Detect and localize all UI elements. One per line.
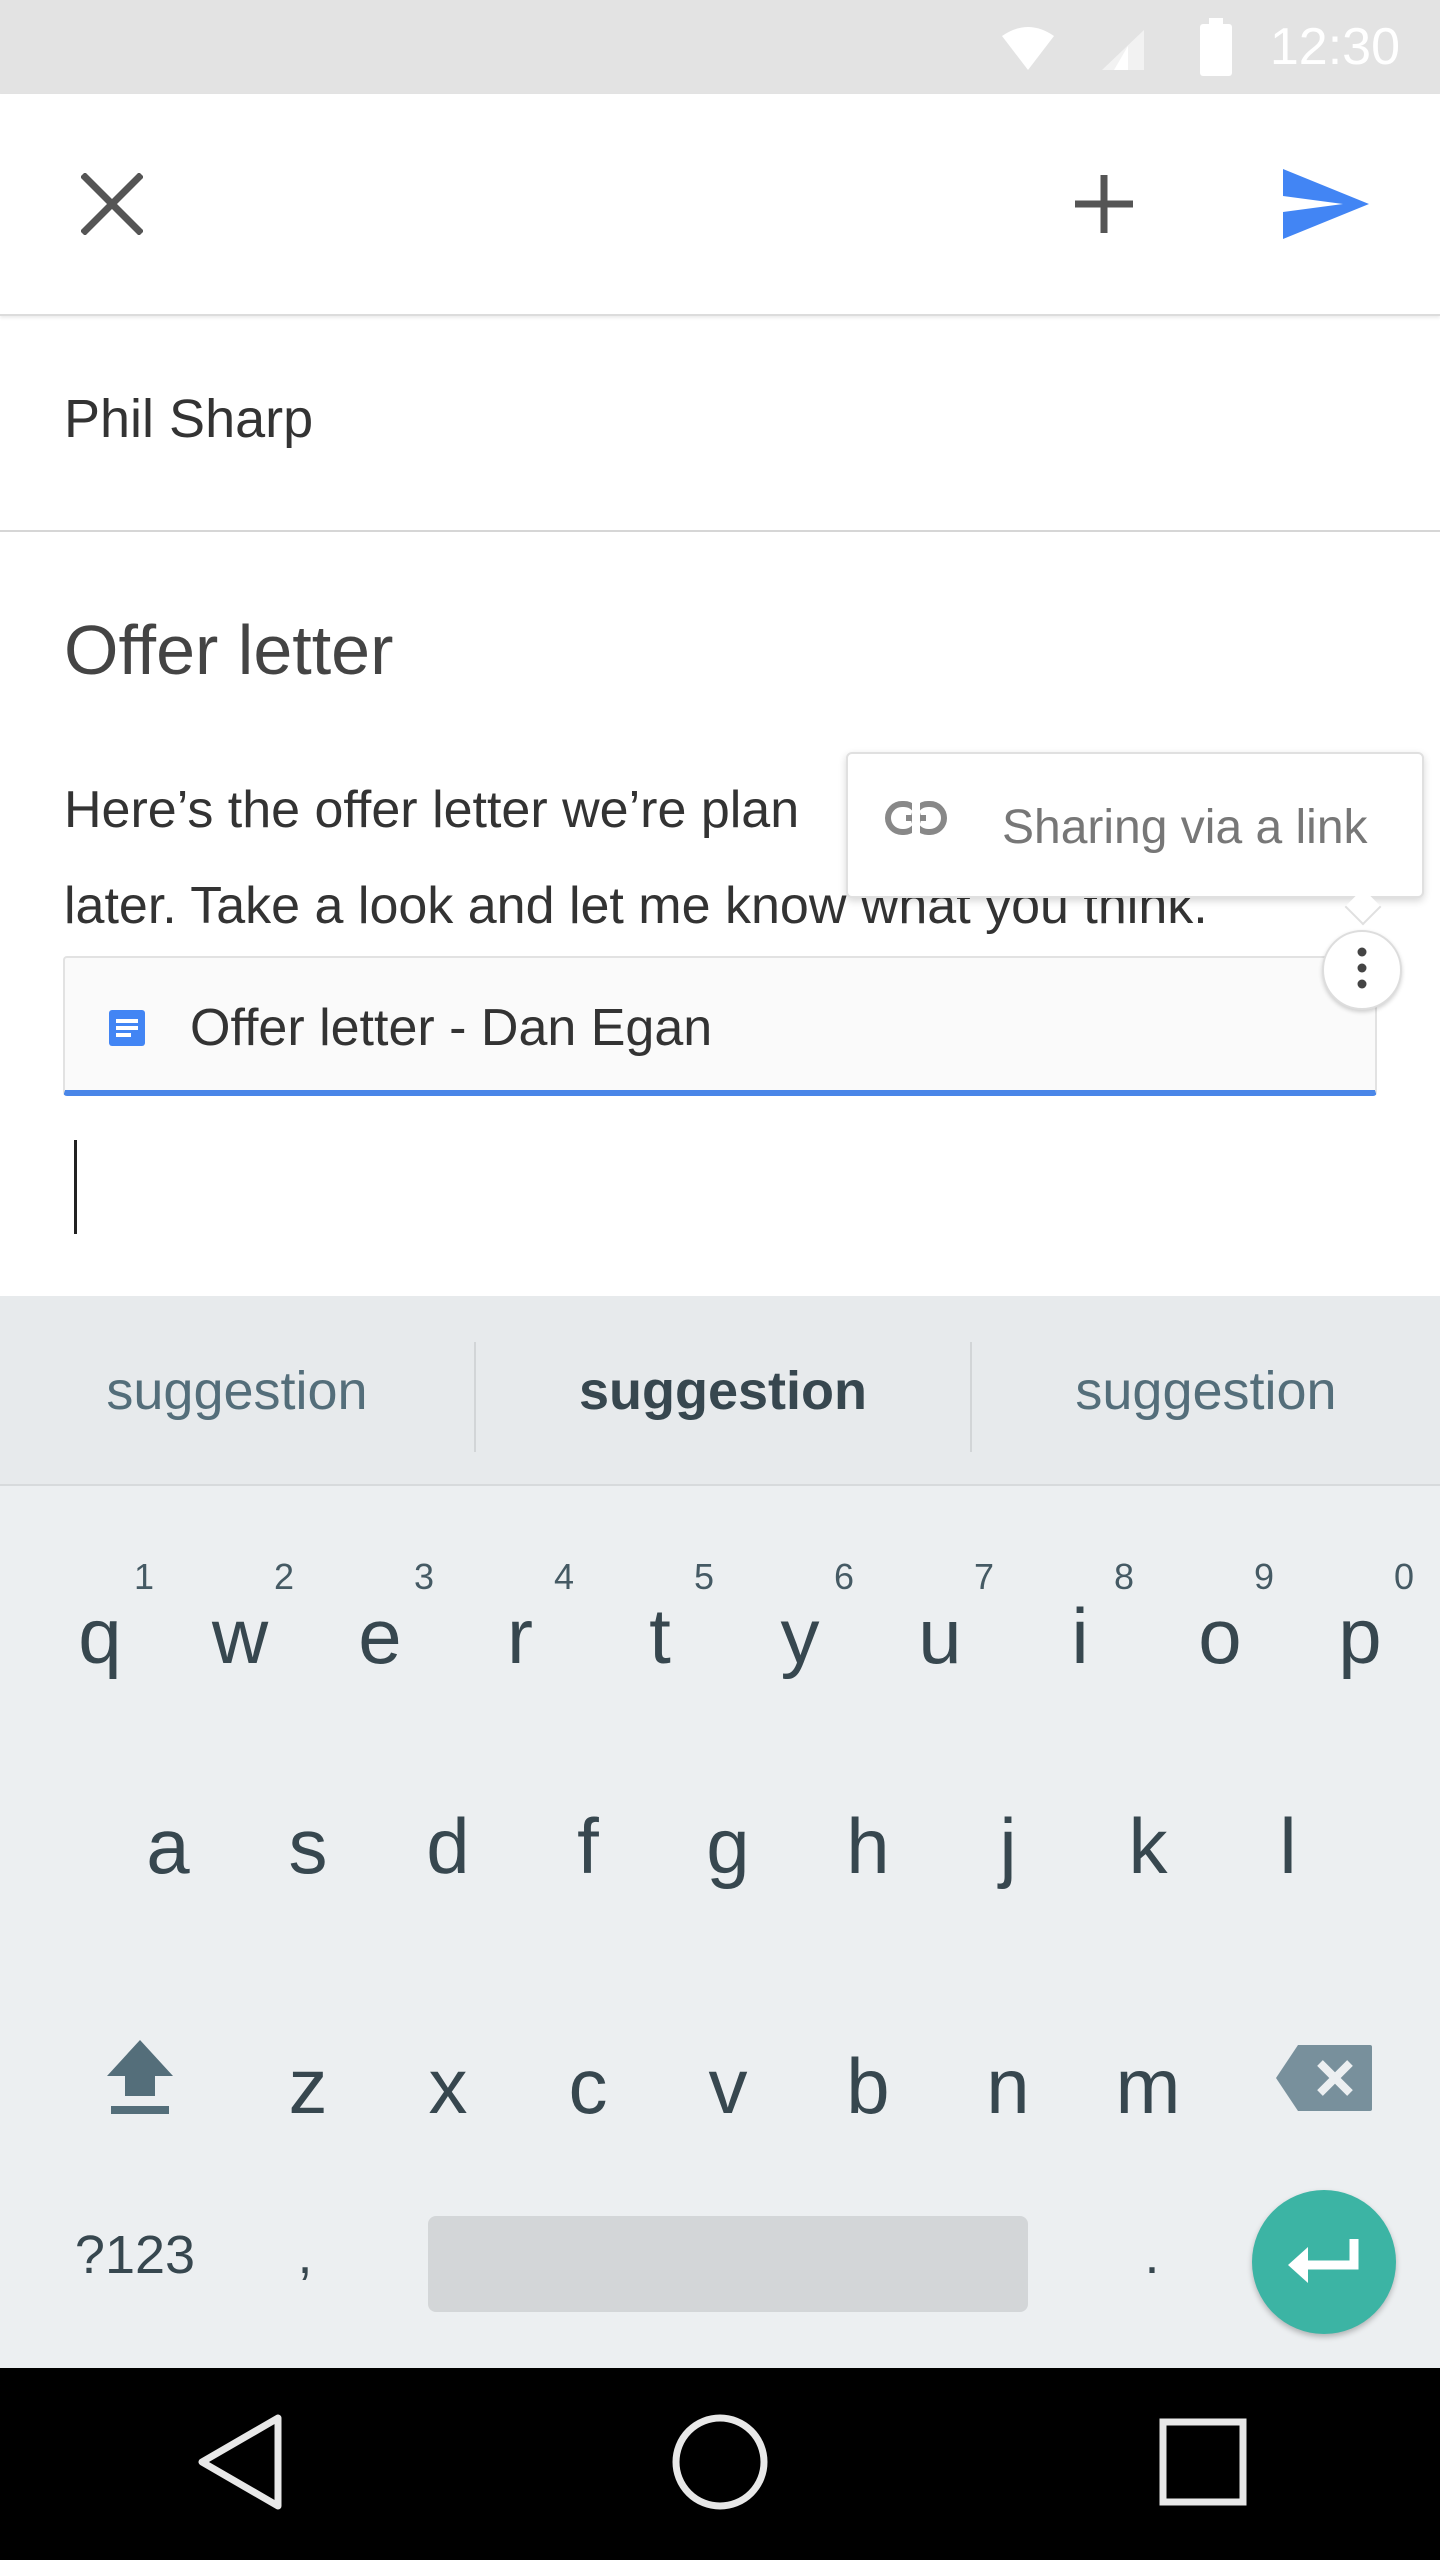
- subject-field[interactable]: Offer letter: [64, 610, 393, 690]
- doc-icon: [107, 1008, 147, 1053]
- key-number-hint: 0: [1393, 1556, 1414, 1597]
- key-label: i: [1071, 1591, 1089, 1680]
- key-label: w: [211, 1591, 269, 1680]
- key-number-hint: 9: [1253, 1556, 1274, 1597]
- recents-square-icon: [1158, 2417, 1248, 2512]
- key-d[interactable]: d: [378, 1756, 518, 1936]
- backspace-icon: [1274, 2041, 1374, 2132]
- status-bar: 12:30: [0, 0, 1440, 94]
- home-button[interactable]: [655, 2408, 785, 2520]
- enter-icon: [1286, 2235, 1362, 2290]
- compose-toolbar: [0, 94, 1440, 316]
- key-number-hint: 2: [273, 1556, 294, 1597]
- key-number-hint: 8: [1113, 1556, 1134, 1597]
- key-n[interactable]: n: [938, 1996, 1078, 2176]
- enter-key[interactable]: [1252, 2190, 1396, 2334]
- key-y[interactable]: y6: [730, 1546, 870, 1726]
- tooltip-label: Sharing via a link: [1002, 801, 1368, 854]
- back-triangle-icon: [194, 2412, 284, 2517]
- back-button[interactable]: [174, 2408, 304, 2520]
- attachment-title: Offer letter - Dan Egan: [190, 999, 713, 1057]
- key-w[interactable]: w2: [170, 1546, 310, 1726]
- suggestion-strip: suggestion suggestion suggestion: [0, 1296, 1440, 1486]
- key-h[interactable]: h: [798, 1756, 938, 1936]
- key-number-hint: 3: [413, 1556, 434, 1597]
- status-time: 12:30: [1269, 18, 1400, 76]
- link-icon: [884, 798, 948, 843]
- key-label: u: [918, 1591, 962, 1680]
- battery-icon: [1198, 18, 1234, 81]
- key-m[interactable]: m: [1078, 1996, 1218, 2176]
- key-a[interactable]: a: [98, 1756, 238, 1936]
- key-e[interactable]: e3: [310, 1546, 450, 1726]
- key-q[interactable]: q1: [30, 1546, 170, 1726]
- key-label: e: [358, 1591, 402, 1680]
- recents-button[interactable]: [1138, 2408, 1268, 2520]
- text-cursor: [74, 1140, 77, 1234]
- key-i[interactable]: i8: [1010, 1546, 1150, 1726]
- key-l[interactable]: l: [1218, 1756, 1358, 1936]
- shift-key[interactable]: [68, 1996, 212, 2176]
- recipient-chip[interactable]: Phil Sharp: [64, 388, 313, 450]
- key-s[interactable]: s: [238, 1756, 378, 1936]
- key-number-hint: 1: [133, 1556, 154, 1597]
- plus-icon: [1073, 173, 1135, 240]
- send-button[interactable]: [1262, 142, 1390, 270]
- key-t[interactable]: t5: [590, 1546, 730, 1726]
- symbols-key[interactable]: ?123: [40, 2180, 230, 2330]
- signal-icon: [1098, 28, 1146, 77]
- key-number-hint: 4: [553, 1556, 574, 1597]
- key-number-hint: 5: [693, 1556, 714, 1597]
- key-label: q: [78, 1591, 122, 1680]
- attachment-more-button[interactable]: [1322, 930, 1402, 1010]
- home-circle-icon: [670, 2412, 770, 2517]
- key-label: p: [1338, 1591, 1382, 1680]
- key-v[interactable]: v: [658, 1996, 798, 2176]
- key-j[interactable]: j: [938, 1756, 1078, 1936]
- system-nav-bar: [0, 2368, 1440, 2560]
- wifi-icon: [1000, 26, 1056, 77]
- close-icon: [80, 171, 144, 240]
- more-vert-icon: [1355, 946, 1369, 995]
- soft-keyboard: suggestion suggestion suggestion q1w2e3r…: [0, 1296, 1440, 2368]
- suggestion-center[interactable]: suggestion: [476, 1296, 970, 1486]
- suggestion-left[interactable]: suggestion: [0, 1296, 474, 1486]
- close-button[interactable]: [48, 142, 176, 270]
- comma-key[interactable]: ,: [250, 2180, 360, 2330]
- key-number-hint: 7: [973, 1556, 994, 1597]
- key-label: t: [649, 1591, 671, 1680]
- key-u[interactable]: u7: [870, 1546, 1010, 1726]
- key-r[interactable]: r4: [450, 1546, 590, 1726]
- key-label: y: [780, 1591, 820, 1680]
- key-p[interactable]: p0: [1290, 1546, 1430, 1726]
- send-icon: [1281, 167, 1371, 246]
- suggestion-right[interactable]: suggestion: [972, 1296, 1440, 1486]
- key-x[interactable]: x: [378, 1996, 518, 2176]
- key-f[interactable]: f: [518, 1756, 658, 1936]
- space-key[interactable]: [428, 2216, 1028, 2312]
- key-label: r: [507, 1591, 533, 1680]
- key-g[interactable]: g: [658, 1756, 798, 1936]
- key-z[interactable]: z: [238, 1996, 378, 2176]
- shift-icon: [105, 2038, 175, 2135]
- key-b[interactable]: b: [798, 1996, 938, 2176]
- backspace-key[interactable]: [1252, 1996, 1396, 2176]
- key-c[interactable]: c: [518, 1996, 658, 2176]
- key-number-hint: 6: [833, 1556, 854, 1597]
- key-label: o: [1198, 1591, 1242, 1680]
- key-k[interactable]: k: [1078, 1756, 1218, 1936]
- key-o[interactable]: o9: [1150, 1546, 1290, 1726]
- to-field[interactable]: Phil Sharp: [0, 318, 1440, 532]
- drive-attachment-chip[interactable]: Offer letter - Dan Egan: [63, 956, 1377, 1096]
- period-key[interactable]: .: [1092, 2180, 1212, 2330]
- sharing-tooltip: Sharing via a link: [846, 752, 1424, 926]
- attach-button[interactable]: [1040, 142, 1168, 270]
